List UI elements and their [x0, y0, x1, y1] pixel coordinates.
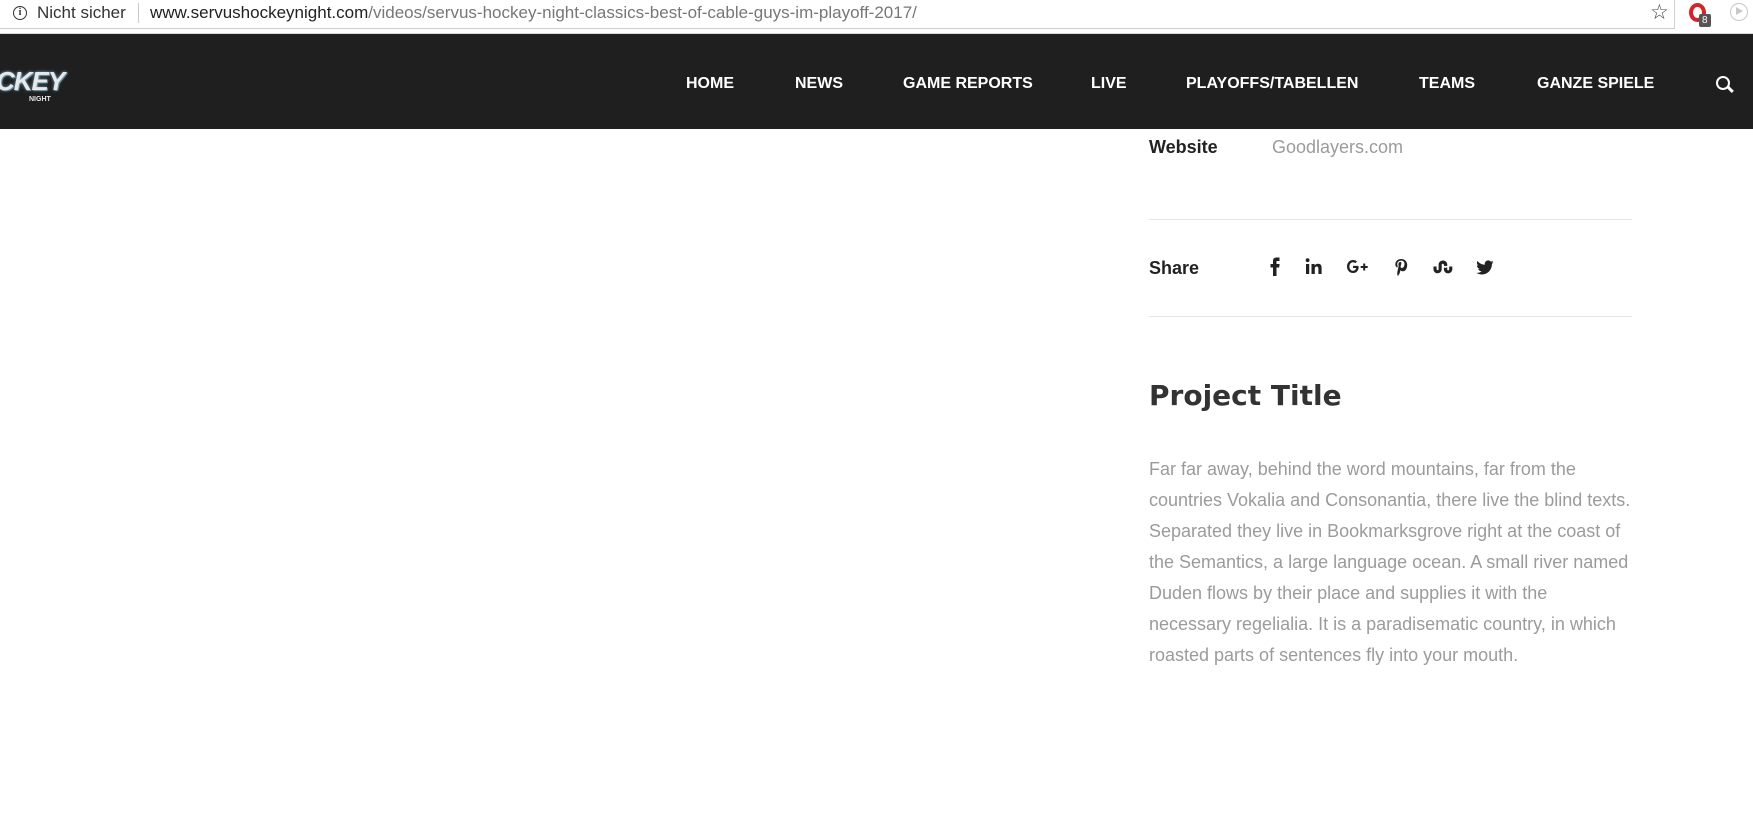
project-description: Far far away, behind the word mountains,… [1149, 459, 1631, 665]
search-icon[interactable] [1716, 76, 1730, 90]
nav-item-news[interactable]: NEWS [795, 75, 843, 93]
twitter-icon[interactable] [1475, 256, 1495, 278]
website-label: Website [1149, 137, 1218, 157]
site-header: CKEY NIGHT HOME NEWS GAME REPORTS LIVE P… [0, 34, 1753, 129]
nav-item-game-reports[interactable]: GAME REPORTS [903, 75, 1033, 93]
url-field[interactable]: i Nicht sicher www.servushockeynight.com… [0, 0, 1675, 29]
linkedin-icon[interactable] [1305, 256, 1323, 278]
google-plus-icon[interactable] [1345, 256, 1371, 278]
play-extension-icon[interactable] [1730, 3, 1748, 21]
browser-address-bar: i Nicht sicher www.servushockeynight.com… [0, 0, 1753, 34]
url-text[interactable]: www.servushockeynight.com/videos/servus-… [150, 2, 917, 24]
nav-item-teams[interactable]: TEAMS [1419, 75, 1475, 93]
nav-item-ganze-spiele[interactable]: GANZE SPIELE [1537, 75, 1654, 93]
share-label: Share [1149, 258, 1200, 278]
url-host: www.servushockeynight.com [150, 3, 369, 22]
nav-item-playoffs-tabellen[interactable]: PLAYOFFS/TABELLEN [1186, 75, 1358, 93]
divider [1149, 219, 1632, 220]
security-status[interactable]: Nicht sicher [37, 2, 126, 24]
project-title: Project Title [1149, 379, 1342, 412]
nav-item-home[interactable]: HOME [686, 75, 734, 93]
url-separator [138, 3, 139, 23]
extension-badge: 8 [1699, 14, 1711, 27]
url-path: /videos/servus-hockey-night-classics-bes… [368, 3, 917, 22]
info-icon[interactable]: i [13, 6, 27, 20]
nav-item-live[interactable]: LIVE [1091, 75, 1127, 93]
divider [1149, 316, 1632, 317]
pinterest-icon[interactable] [1393, 256, 1409, 278]
main-navigation: HOME NEWS GAME REPORTS LIVE PLAYOFFS/TAB… [0, 34, 1753, 129]
facebook-icon[interactable] [1269, 256, 1283, 278]
website-link[interactable]: Goodlayers.com [1272, 136, 1403, 158]
stumbleupon-icon[interactable] [1432, 256, 1454, 278]
bookmark-star-icon[interactable]: ☆ [1650, 0, 1669, 26]
